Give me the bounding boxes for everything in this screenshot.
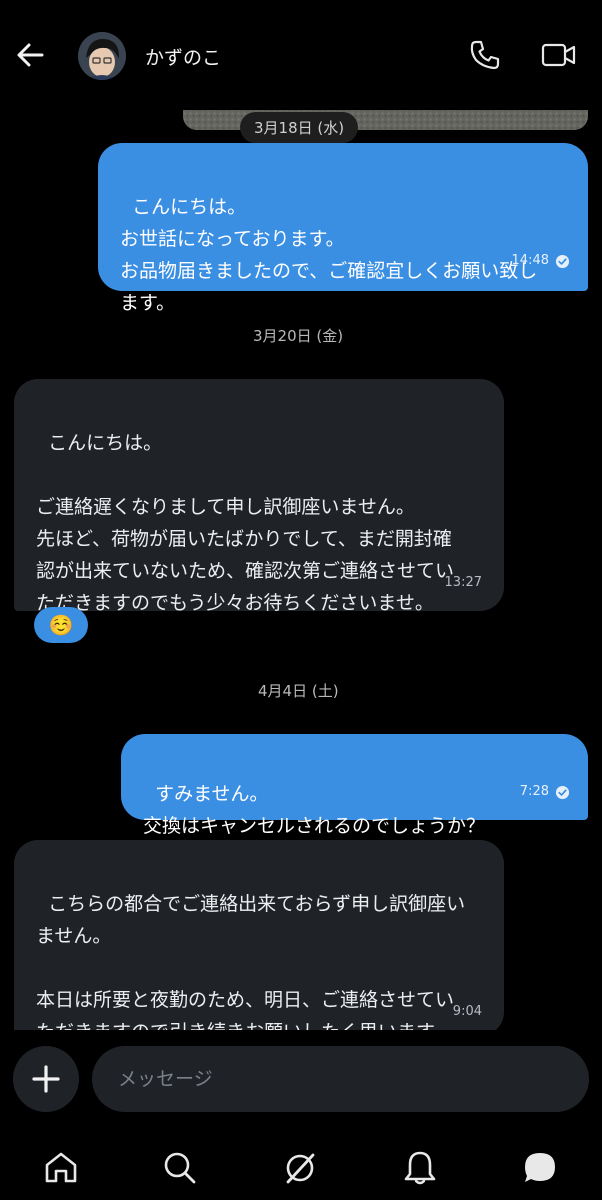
smiling-face-emoji: ☺️ (48, 613, 74, 637)
composer-area (0, 1030, 602, 1200)
message-time: 14:48 (511, 253, 549, 268)
search-icon (164, 1152, 196, 1184)
incoming-message[interactable]: こちらの都合でご連絡出来ておらず申し訳御座い ません。 本日は所要と夜勤のため、… (14, 840, 504, 1043)
message-time: 7:28 (519, 784, 549, 799)
message-meta: 14:48 (512, 245, 570, 277)
add-attachment-button[interactable] (13, 1046, 79, 1112)
tab-notifications[interactable] (400, 1148, 440, 1188)
back-button[interactable] (14, 38, 48, 72)
video-camera-icon (541, 43, 576, 67)
message-text: すみません。 交換はキャンセルされるのでしょうか？ (143, 783, 486, 837)
call-button[interactable] (468, 38, 502, 72)
read-receipt-icon (555, 254, 570, 268)
contact-name[interactable]: かずのこ (145, 43, 221, 70)
incoming-message[interactable]: こんにちは。 ご連絡遅くなりまして申し訳御座いません。 先ほど、荷物が届いたばか… (14, 379, 504, 614)
message-time: 13:27 (444, 575, 482, 590)
tab-search[interactable] (160, 1148, 200, 1188)
bottom-tab-bar (0, 1138, 602, 1200)
message-meta: 9:04 (453, 996, 482, 1028)
contact-avatar[interactable] (78, 32, 126, 80)
date-separator: 3月20日 (金) (253, 327, 344, 345)
home-icon (45, 1152, 77, 1183)
conversation-header: かずのこ (0, 0, 602, 110)
message-input[interactable] (92, 1046, 589, 1112)
messages-icon (525, 1153, 555, 1182)
video-call-button[interactable] (540, 38, 578, 72)
message-meta: 7:28 (520, 776, 570, 808)
phone-icon (470, 40, 500, 70)
read-receipt-icon (555, 785, 570, 799)
notifications-bell-icon (404, 1151, 436, 1185)
outgoing-message[interactable]: すみません。 交換はキャンセルされるのでしょうか？ 7:28 (121, 734, 588, 837)
date-separator: 4月4日 (土) (258, 682, 339, 700)
avatar-image (78, 32, 126, 80)
plus-icon (32, 1065, 60, 1093)
message-text: こんにちは。 お世話になっております。 お品物届きましたので、ご確認宜しくお願い… (120, 196, 538, 314)
message-meta: 13:27 (445, 567, 482, 599)
message-time: 9:04 (452, 1004, 482, 1019)
date-separator: 3月18日 (水) (240, 112, 359, 143)
message-text: こちらの都合でご連絡出来ておらず申し訳御座い ません。 本日は所要と夜勤のため、… (36, 893, 466, 1043)
back-arrow-icon (17, 43, 44, 67)
reaction-badge[interactable]: ☺️ (34, 607, 88, 643)
grok-icon (286, 1153, 315, 1184)
tab-home[interactable] (41, 1148, 81, 1188)
tab-grok[interactable] (280, 1148, 320, 1188)
tab-messages[interactable] (520, 1148, 560, 1188)
message-text: こんにちは。 ご連絡遅くなりまして申し訳御座いません。 先ほど、荷物が届いたばか… (36, 432, 455, 614)
outgoing-message[interactable]: こんにちは。 お世話になっております。 お品物届きましたので、ご確認宜しくお願い… (98, 143, 588, 314)
